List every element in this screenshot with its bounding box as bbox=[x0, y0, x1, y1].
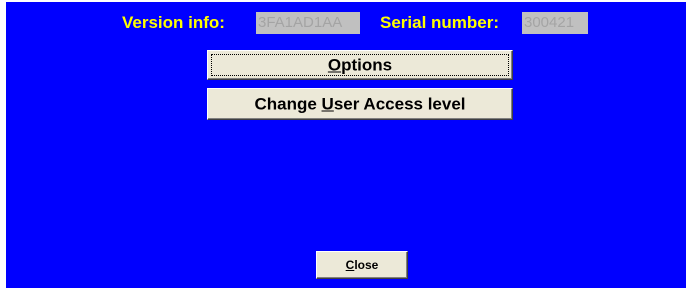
close-button[interactable]: Close bbox=[316, 251, 408, 279]
options-post-text: ptions bbox=[341, 55, 393, 75]
serial-number-label: Serial number: bbox=[380, 13, 500, 32]
info-row: Version info: 3FA1AD1AA Serial number: 3… bbox=[6, 12, 686, 36]
change-access-button-label: Change User Access level bbox=[208, 96, 512, 113]
version-info-field: 3FA1AD1AA bbox=[256, 12, 360, 34]
change-access-pre-text: Change bbox=[254, 94, 322, 114]
version-info-label: Version info: bbox=[122, 13, 225, 32]
change-access-mnemonic: U bbox=[321, 94, 334, 114]
options-mnemonic: O bbox=[327, 55, 342, 75]
close-button-label: Close bbox=[317, 259, 407, 271]
options-button-label: Options bbox=[208, 57, 512, 74]
change-user-access-level-button[interactable]: Change User Access level bbox=[207, 88, 513, 120]
close-post-text: lose bbox=[354, 258, 379, 272]
main-panel: Version info: 3FA1AD1AA Serial number: 3… bbox=[6, 2, 686, 288]
change-access-post-text: ser Access level bbox=[333, 94, 466, 114]
serial-number-field: 300421 bbox=[522, 12, 588, 34]
options-button[interactable]: Options bbox=[207, 50, 513, 80]
window: Version info: 3FA1AD1AA Serial number: 3… bbox=[0, 0, 693, 291]
